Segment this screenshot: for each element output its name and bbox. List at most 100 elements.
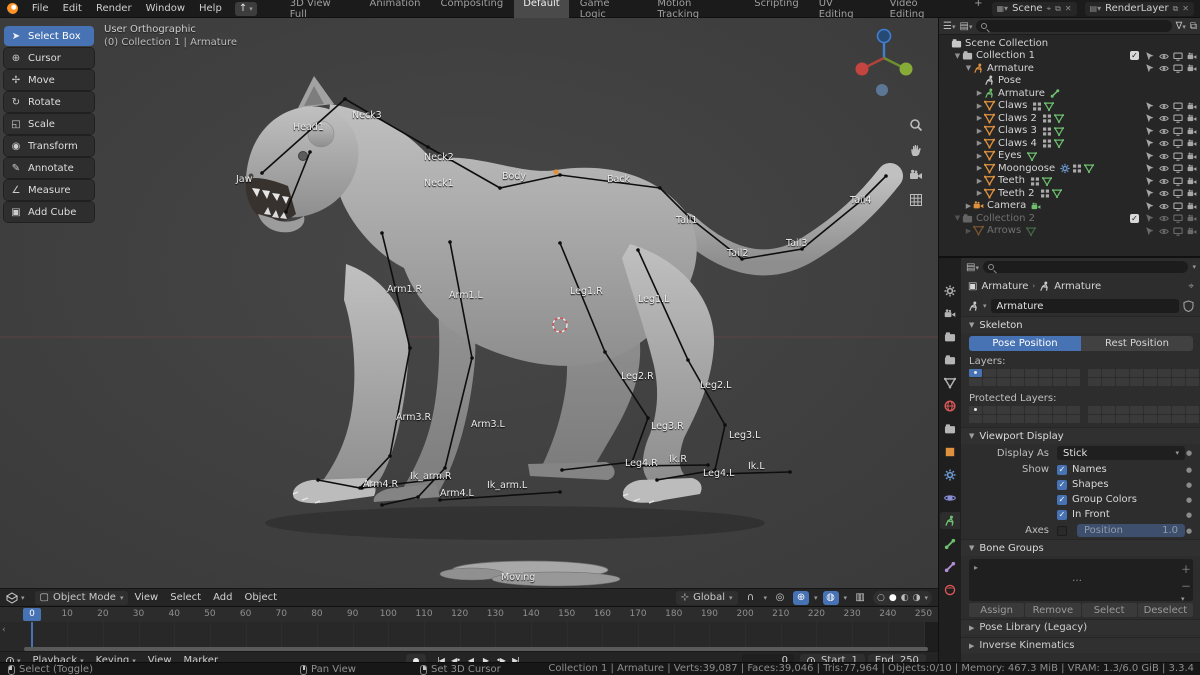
pin-icon[interactable]: ⌖: [1188, 281, 1194, 292]
viewport-menu-view[interactable]: View: [128, 592, 164, 603]
properties-tab-view-layer[interactable]: [940, 351, 960, 368]
outliner-search-input[interactable]: [976, 20, 1172, 32]
select-box-tool-button[interactable]: ➤ Select Box: [4, 26, 94, 46]
layer-cell[interactable]: [1158, 415, 1171, 423]
layer-cell[interactable]: [1053, 415, 1066, 423]
layer-cell[interactable]: [1025, 369, 1038, 377]
layer-cell[interactable]: [1186, 406, 1199, 414]
remove-view-layer-icon[interactable]: ✕: [1182, 4, 1189, 13]
layer-cell[interactable]: [1116, 378, 1129, 386]
chevron-down-icon[interactable]: ▾: [1181, 595, 1191, 603]
layer-cell[interactable]: [1172, 415, 1185, 423]
eye-icon[interactable]: [1159, 176, 1169, 186]
bone-groups-panel-header[interactable]: ▼ Bone Groups: [961, 539, 1200, 556]
mesh-object-icon[interactable]: [984, 125, 995, 137]
new-collection-icon[interactable]: ⧉: [1190, 21, 1197, 32]
layer-cell[interactable]: [1088, 378, 1101, 386]
camera-toggle-icon[interactable]: [1187, 226, 1197, 236]
camera-toggle-icon[interactable]: [1187, 163, 1197, 173]
eye-icon[interactable]: [1159, 113, 1169, 123]
layer-cell[interactable]: [1102, 369, 1115, 377]
xray-toggle[interactable]: ▥: [852, 591, 868, 605]
eye-icon[interactable]: [1159, 226, 1169, 236]
mesh-data-icon[interactable]: [1084, 163, 1095, 174]
scene-selector[interactable]: ▦▾ Scene ⌖ ⧉ ✕: [991, 1, 1077, 16]
layer-cell[interactable]: [1067, 378, 1080, 386]
expand-arrow-icon[interactable]: ▶: [964, 202, 973, 210]
cursor-icon[interactable]: [1145, 113, 1155, 123]
collection-checkbox[interactable]: ✓: [1130, 213, 1139, 223]
layer-cell[interactable]: [1116, 406, 1129, 414]
properties-tab-bone[interactable]: [940, 535, 960, 552]
camera-toggle-icon[interactable]: [1187, 101, 1197, 111]
cursor-icon[interactable]: [1145, 101, 1155, 111]
layer-cell[interactable]: [1130, 406, 1143, 414]
layer-cell[interactable]: [1172, 406, 1185, 414]
eye-icon[interactable]: [1159, 126, 1169, 136]
collection-icon[interactable]: [962, 50, 973, 61]
layer-cell[interactable]: [969, 369, 982, 377]
axes-position-slider[interactable]: Position 1.0: [1077, 524, 1185, 537]
mesh-object-icon[interactable]: [984, 163, 995, 174]
cursor-icon[interactable]: [1145, 163, 1155, 173]
outliner-row-armature[interactable]: ▼ Armature: [939, 62, 1200, 75]
layer-cell[interactable]: [1158, 406, 1171, 414]
outliner-row-pose[interactable]: Pose: [939, 75, 1200, 88]
bone-groups-list[interactable]: ▸… ＋ － ▾: [969, 559, 1193, 603]
zoom-icon[interactable]: [907, 116, 925, 134]
layer-cell[interactable]: [1130, 415, 1143, 423]
monitor-icon[interactable]: [1173, 101, 1183, 111]
monitor-icon[interactable]: [1173, 51, 1183, 61]
pose-icon[interactable]: [984, 75, 995, 86]
layer-cell[interactable]: [1039, 378, 1052, 386]
layer-cell[interactable]: [1053, 378, 1066, 386]
vgroup-icon[interactable]: [1072, 163, 1082, 173]
layer-cell[interactable]: [1025, 378, 1038, 386]
cursor-icon[interactable]: [1145, 51, 1155, 61]
orthographic-grid-icon[interactable]: [907, 191, 925, 209]
camera-toggle-icon[interactable]: [1187, 113, 1197, 123]
mesh-data-icon[interactable]: [1026, 226, 1037, 237]
remove-bone-group-icon[interactable]: －: [1181, 578, 1191, 593]
add-bone-group-icon[interactable]: ＋: [1181, 561, 1191, 576]
camera-toggle-icon[interactable]: [1187, 51, 1197, 61]
pose-position-button[interactable]: Pose Position: [969, 336, 1081, 351]
transform-orientation-dropdown[interactable]: ⊹ Global ▾: [675, 590, 738, 605]
expand-arrow-icon[interactable]: ▶: [975, 164, 984, 172]
cursor-icon[interactable]: [1145, 126, 1155, 136]
cursor-icon[interactable]: [1145, 63, 1155, 73]
properties-tab-render[interactable]: [940, 305, 960, 322]
mesh-object-icon[interactable]: [984, 188, 995, 199]
layer-cell[interactable]: [1039, 415, 1052, 423]
mesh-object-icon[interactable]: [984, 138, 995, 149]
timeline-expand-arrow[interactable]: ‹: [2, 625, 6, 635]
pan-hand-icon[interactable]: [907, 141, 925, 159]
checkbox-shapes[interactable]: ✓: [1057, 479, 1067, 490]
eye-icon[interactable]: [1159, 163, 1169, 173]
layer-cell[interactable]: [1158, 378, 1171, 386]
vgroup-icon[interactable]: [1042, 138, 1052, 148]
monitor-icon[interactable]: [1173, 138, 1183, 148]
checkbox-in-front[interactable]: ✓: [1057, 509, 1067, 520]
properties-tab-output[interactable]: [940, 328, 960, 345]
eye-icon[interactable]: [1159, 213, 1169, 223]
filter-icon[interactable]: ∇▾: [1176, 21, 1186, 32]
properties-editor-icon[interactable]: ▤▾: [966, 262, 979, 273]
solid-shading-icon[interactable]: ●: [889, 593, 897, 603]
cursor-icon[interactable]: [1145, 188, 1155, 198]
layer-cell[interactable]: [969, 415, 982, 423]
monitor-icon[interactable]: [1173, 163, 1183, 173]
layer-cell[interactable]: [983, 378, 996, 386]
layer-cell[interactable]: [1011, 378, 1024, 386]
expand-arrow-icon[interactable]: ▶: [975, 127, 984, 135]
layer-cell[interactable]: [1025, 415, 1038, 423]
viewport-menu-object[interactable]: Object: [238, 592, 283, 603]
layer-cell[interactable]: [1144, 369, 1157, 377]
layer-cell[interactable]: [983, 369, 996, 377]
outliner-row-scene-collection[interactable]: Scene Collection: [939, 37, 1200, 50]
armature-data-icon[interactable]: [984, 88, 995, 99]
menu-help[interactable]: Help: [192, 3, 229, 14]
layer-cell[interactable]: [983, 415, 996, 423]
assign-button[interactable]: Assign: [969, 603, 1025, 617]
blender-logo-icon[interactable]: [6, 2, 21, 15]
